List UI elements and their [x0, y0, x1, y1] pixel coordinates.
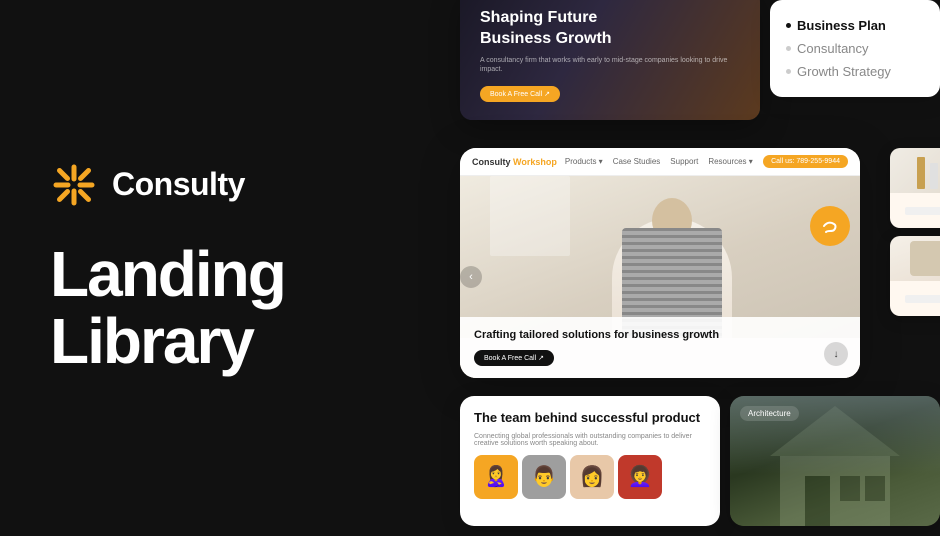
brand-name: Consulty [112, 166, 245, 203]
menu-dot [786, 69, 791, 74]
screenshot-logo: Consulty Workshop [472, 157, 557, 167]
avatar-1: 🙎‍♀️ [474, 455, 518, 499]
preview-card-2-image [890, 236, 940, 281]
preview-card-bottom [890, 193, 940, 228]
screenshot-overlay: Crafting tailored solutions for business… [460, 317, 860, 378]
menu-item-label: Consultancy [797, 41, 869, 56]
menu-item-business-plan[interactable]: Business Plan [786, 14, 924, 37]
services-card[interactable]: Architecture Services [730, 396, 940, 526]
hero-screenshot-card[interactable]: Shaping Future Business Growth A consult… [460, 0, 760, 120]
screenshot-phone-cta[interactable]: Call us: 789-255-9944 [763, 155, 848, 168]
team-card-subtitle: Connecting global professionals with out… [474, 433, 706, 447]
main-screenshot-card[interactable]: Consulty Workshop Products ▾ Case Studie… [460, 148, 860, 378]
team-card[interactable]: The team behind successful product Conne… [460, 396, 720, 526]
screenshot-prev-button[interactable]: ‹ [460, 266, 482, 288]
avatar-row: 🙎‍♀️ 👨 👩 👩‍🦱 [474, 455, 706, 499]
menu-dot [786, 23, 791, 28]
preview-card-1[interactable] [890, 148, 940, 228]
card-line [905, 207, 940, 215]
screenshot-image-area: Crafting tailored solutions for business… [460, 176, 860, 378]
menu-item-consultancy[interactable]: Consultancy [786, 37, 924, 60]
screenshot-body: ‹ [460, 176, 860, 378]
menu-dot [786, 46, 791, 51]
bottom-cards-row: The team behind successful product Conne… [460, 396, 940, 536]
avatar-4: 👩‍🦱 [618, 455, 662, 499]
preview-card-2[interactable] [890, 236, 940, 316]
hero-title: Shaping Future Business Growth [480, 8, 740, 50]
arrow-icon [820, 216, 840, 236]
window-decor [490, 176, 570, 256]
logo-row: Consulty [50, 161, 410, 209]
avatar-2: 👨 [522, 455, 566, 499]
hero-subtitle: A consultancy firm that works with early… [480, 56, 740, 76]
right-preview-cards [890, 148, 940, 316]
preview-card-image [890, 148, 940, 193]
menu-item-growth-strategy[interactable]: Growth Strategy [786, 60, 924, 83]
scroll-down-button[interactable]: ↓ [824, 342, 848, 366]
menu-card: Business Plan Consultancy Growth Strateg… [770, 0, 940, 97]
right-area: Shaping Future Business Growth A consult… [460, 0, 940, 536]
card-line-2 [905, 295, 940, 303]
orange-decoration [810, 206, 850, 246]
overlay-heading: Crafting tailored solutions for business… [474, 329, 846, 341]
left-panel: Consulty Landing Library [0, 0, 460, 536]
team-card-title: The team behind successful product [474, 410, 706, 427]
avatar-3: 👩 [570, 455, 614, 499]
screenshot-top-bar: Consulty Workshop Products ▾ Case Studie… [460, 148, 860, 176]
hero-cta-button[interactable]: Book A Free Call ↗ [480, 86, 560, 102]
overlay-cta-button[interactable]: Book A Free Call ↗ [474, 350, 554, 366]
preview-card-2-bottom [890, 281, 940, 316]
book-2 [930, 163, 938, 189]
menu-item-label: Growth Strategy [797, 64, 891, 79]
headline: Landing Library [50, 241, 410, 375]
services-tag-label: Architecture [740, 406, 799, 421]
services-bg: Architecture Services [730, 396, 940, 526]
book-1 [917, 157, 925, 189]
screenshot-nav: Products ▾ Case Studies Support Resource… [565, 157, 753, 166]
brand-icon [50, 161, 98, 209]
card-placeholder [910, 241, 940, 276]
menu-item-label: Business Plan [797, 18, 886, 33]
